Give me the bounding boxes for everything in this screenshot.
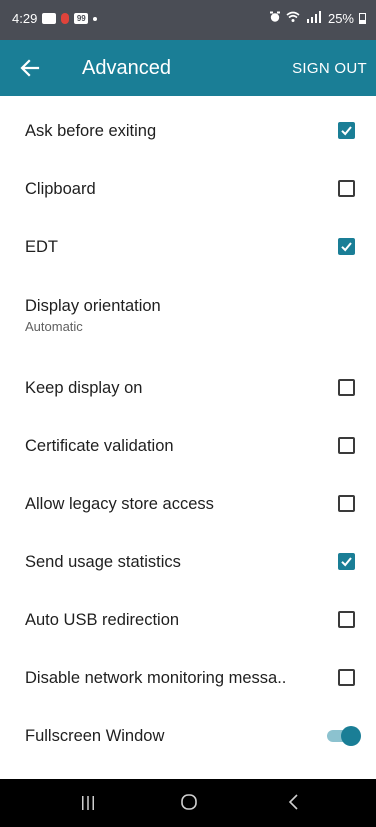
battery-level: 25%	[327, 11, 354, 26]
setting-allow-legacy-store-access[interactable]: Allow legacy store access	[0, 469, 376, 527]
clipboard-checkbox[interactable]	[338, 180, 355, 197]
sign-out-button[interactable]: SIGN OUT	[292, 60, 367, 77]
setting-ask-before-exiting[interactable]: Ask before exiting	[0, 96, 376, 154]
edt-checkbox[interactable]	[338, 238, 355, 255]
disable-network-monitoring-checkbox[interactable]	[338, 669, 355, 686]
send-usage-statistics-checkbox[interactable]	[338, 553, 355, 570]
setting-label: Clipboard	[25, 180, 96, 198]
setting-certificate-validation[interactable]: Certificate validation	[0, 411, 376, 469]
status-time: 4:29	[12, 11, 38, 26]
status-right: 25%	[269, 11, 366, 26]
setting-label: Send usage statistics	[25, 553, 181, 571]
setting-fullscreen-window[interactable]: Fullscreen Window	[0, 701, 376, 759]
page-title: Advanced	[82, 57, 171, 79]
notification-badge-icon: 99	[74, 13, 89, 24]
setting-value: Automatic	[25, 319, 83, 334]
certificate-validation-checkbox[interactable]	[338, 437, 355, 454]
fullscreen-window-toggle[interactable]	[327, 726, 361, 746]
setting-label: Auto USB redirection	[25, 611, 180, 629]
arrow-back-icon[interactable]	[16, 54, 44, 82]
recents-icon[interactable]	[80, 794, 96, 812]
setting-display-orientation[interactable]: Display orientation Automatic	[0, 270, 376, 353]
setting-label: Certificate validation	[25, 437, 174, 455]
allow-legacy-store-access-checkbox[interactable]	[338, 495, 355, 512]
more-notifications-dot-icon	[93, 16, 98, 21]
setting-edt[interactable]: EDT	[0, 212, 376, 270]
status-bar: 4:29 99 25%	[0, 0, 376, 40]
notification-red-icon	[61, 13, 70, 24]
app-bar: Advanced SIGN OUT	[0, 40, 376, 96]
signal-icon	[305, 11, 323, 26]
setting-label: Display orientation	[25, 297, 161, 315]
setting-label: Ask before exiting	[25, 122, 157, 140]
settings-list: Ask before exiting Clipboard EDT Display…	[0, 96, 376, 759]
wifi-icon	[286, 11, 300, 26]
setting-label: Keep display on	[25, 379, 143, 397]
setting-clipboard[interactable]: Clipboard	[0, 154, 376, 212]
setting-keep-display-on[interactable]: Keep display on	[0, 353, 376, 411]
setting-auto-usb-redirection[interactable]: Auto USB redirection	[0, 585, 376, 643]
nav-back-icon[interactable]	[287, 793, 301, 811]
setting-label: Fullscreen Window	[25, 727, 165, 745]
home-icon[interactable]	[180, 793, 198, 811]
toggle-thumb	[341, 726, 361, 746]
setting-send-usage-statistics[interactable]: Send usage statistics	[0, 527, 376, 585]
keep-display-on-checkbox[interactable]	[338, 379, 355, 396]
status-left: 4:29 99	[12, 11, 98, 26]
alarm-icon	[269, 11, 281, 26]
setting-label: EDT	[25, 238, 58, 256]
notification-icon	[42, 13, 57, 24]
ask-before-exiting-checkbox[interactable]	[338, 122, 355, 139]
setting-label: Disable network monitoring messa..	[25, 669, 287, 687]
setting-disable-network-monitoring[interactable]: Disable network monitoring messa..	[0, 643, 376, 701]
setting-label: Allow legacy store access	[25, 495, 214, 513]
navigation-bar	[0, 779, 376, 827]
battery-icon	[359, 13, 366, 24]
auto-usb-redirection-checkbox[interactable]	[338, 611, 355, 628]
